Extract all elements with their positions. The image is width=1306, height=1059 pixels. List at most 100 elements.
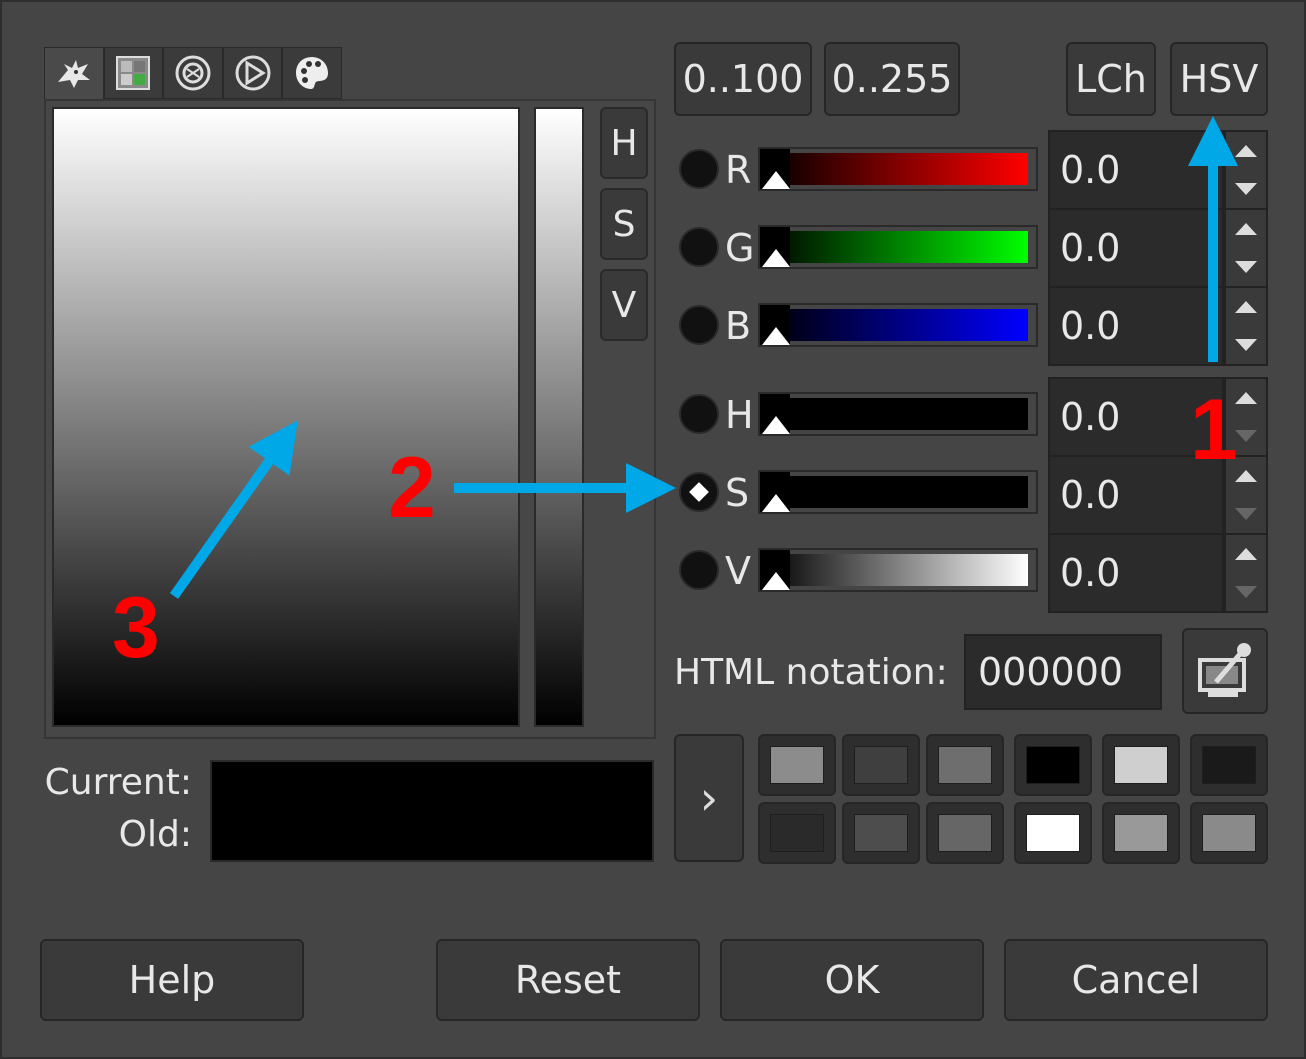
history-swatch-color [1114, 746, 1168, 784]
history-swatch-color [1026, 746, 1080, 784]
slider-r-gradient [764, 153, 1028, 185]
history-swatch[interactable] [1014, 802, 1092, 864]
slider-h-gradient [764, 398, 1028, 430]
help-button[interactable]: Help [40, 939, 304, 1021]
history-swatch[interactable] [926, 734, 1004, 796]
spinner-b[interactable] [1224, 286, 1268, 366]
increment-b[interactable] [1226, 288, 1266, 326]
increment-g[interactable] [1226, 210, 1266, 248]
slider-v-handle[interactable] [760, 550, 790, 590]
html-notation-field[interactable]: 000000 [964, 634, 1162, 710]
lch-button[interactable]: LCh [1066, 42, 1156, 116]
reset-button[interactable]: Reset [436, 939, 700, 1021]
radio-g[interactable] [679, 227, 719, 267]
label-h: H [725, 393, 754, 437]
decrement-s[interactable] [1226, 495, 1266, 533]
up-arrow-icon [1235, 145, 1257, 157]
value-field-g[interactable]: 0.0 [1048, 208, 1224, 288]
radio-v[interactable] [679, 550, 719, 590]
old-label: Old: [118, 814, 192, 855]
eyedropper-icon [1198, 643, 1251, 697]
slider-h[interactable] [758, 392, 1038, 436]
tab-cmyk[interactable] [103, 47, 164, 99]
history-swatch[interactable] [842, 734, 920, 796]
up-arrow-icon [1235, 301, 1257, 313]
range-0-255-button[interactable]: 0..255 [824, 42, 960, 116]
channel-button-s[interactable]: S [600, 188, 648, 260]
tab-triangle[interactable] [222, 47, 283, 99]
cmyk-icon [116, 56, 151, 90]
channel-strip[interactable] [534, 107, 584, 727]
radio-s[interactable] [679, 472, 719, 512]
up-arrow-icon [1235, 392, 1257, 404]
increment-r[interactable] [1226, 132, 1266, 170]
up-arrow-icon [1235, 548, 1257, 560]
spinner-v[interactable] [1224, 533, 1268, 613]
spinner-g[interactable] [1224, 208, 1268, 288]
slider-v[interactable] [758, 548, 1038, 592]
history-swatch[interactable] [1014, 734, 1092, 796]
history-swatch-color [938, 746, 992, 784]
cancel-button[interactable]: Cancel [1004, 939, 1268, 1021]
decrement-g[interactable] [1226, 248, 1266, 286]
history-swatch-color [770, 814, 824, 852]
html-notation-label: HTML notation: [674, 651, 948, 693]
history-swatch[interactable] [758, 734, 836, 796]
history-swatch[interactable] [926, 802, 1004, 864]
decrement-r[interactable] [1226, 170, 1266, 208]
slider-r-handle[interactable] [760, 149, 790, 189]
history-expand-button[interactable]: › [674, 734, 744, 862]
tab-palette[interactable] [282, 47, 342, 99]
history-swatch[interactable] [842, 802, 920, 864]
color-picker-button[interactable] [1182, 628, 1268, 714]
selector-tabs [44, 47, 342, 99]
slider-b[interactable] [758, 303, 1038, 347]
slider-g-handle[interactable] [760, 227, 790, 267]
history-swatch-color [1114, 814, 1168, 852]
slider-b-handle[interactable] [760, 305, 790, 345]
history-swatch[interactable] [1190, 802, 1268, 864]
radio-h[interactable] [679, 394, 719, 434]
tab-gimp-selector[interactable] [44, 47, 104, 99]
callout-number-1: 1 [1190, 382, 1238, 478]
down-arrow-icon [1235, 508, 1257, 520]
down-arrow-icon [1235, 261, 1257, 273]
channel-button-v[interactable]: V [600, 269, 648, 341]
value-field-v[interactable]: 0.0 [1048, 533, 1224, 613]
tab-color-wheel[interactable] [163, 47, 223, 99]
palette-icon [296, 57, 329, 89]
value-field-r[interactable]: 0.0 [1048, 130, 1224, 210]
decrement-b[interactable] [1226, 326, 1266, 364]
slider-g[interactable] [758, 225, 1038, 269]
slider-r[interactable] [758, 147, 1038, 191]
value-field-b[interactable]: 0.0 [1048, 286, 1224, 366]
label-b: B [725, 304, 752, 348]
down-arrow-icon [1235, 586, 1257, 598]
label-s: S [725, 471, 750, 515]
triangle-icon [235, 55, 271, 91]
slider-h-handle[interactable] [760, 394, 790, 434]
slider-b-gradient [764, 309, 1028, 341]
up-arrow-icon [1235, 470, 1257, 482]
decrement-v[interactable] [1226, 573, 1266, 611]
callout-number-3: 3 [112, 580, 160, 676]
ok-button[interactable]: OK [720, 939, 984, 1021]
label-v: V [725, 549, 751, 593]
history-swatch[interactable] [1102, 802, 1180, 864]
slider-s-handle[interactable] [760, 472, 790, 512]
radio-b[interactable] [679, 305, 719, 345]
radio-r[interactable] [679, 149, 719, 189]
range-0-100-button[interactable]: 0..100 [674, 42, 812, 116]
slider-s[interactable] [758, 470, 1038, 514]
increment-v[interactable] [1226, 535, 1266, 573]
history-swatch[interactable] [1190, 734, 1268, 796]
history-swatch-color [938, 814, 992, 852]
spinner-r[interactable] [1224, 130, 1268, 210]
callout-number-2: 2 [388, 440, 436, 536]
history-swatch[interactable] [1102, 734, 1180, 796]
history-swatch[interactable] [758, 802, 836, 864]
channel-button-h[interactable]: H [600, 107, 648, 179]
hsv-button[interactable]: HSV [1170, 42, 1268, 116]
down-arrow-icon [1235, 339, 1257, 351]
history-swatch-color [854, 814, 908, 852]
